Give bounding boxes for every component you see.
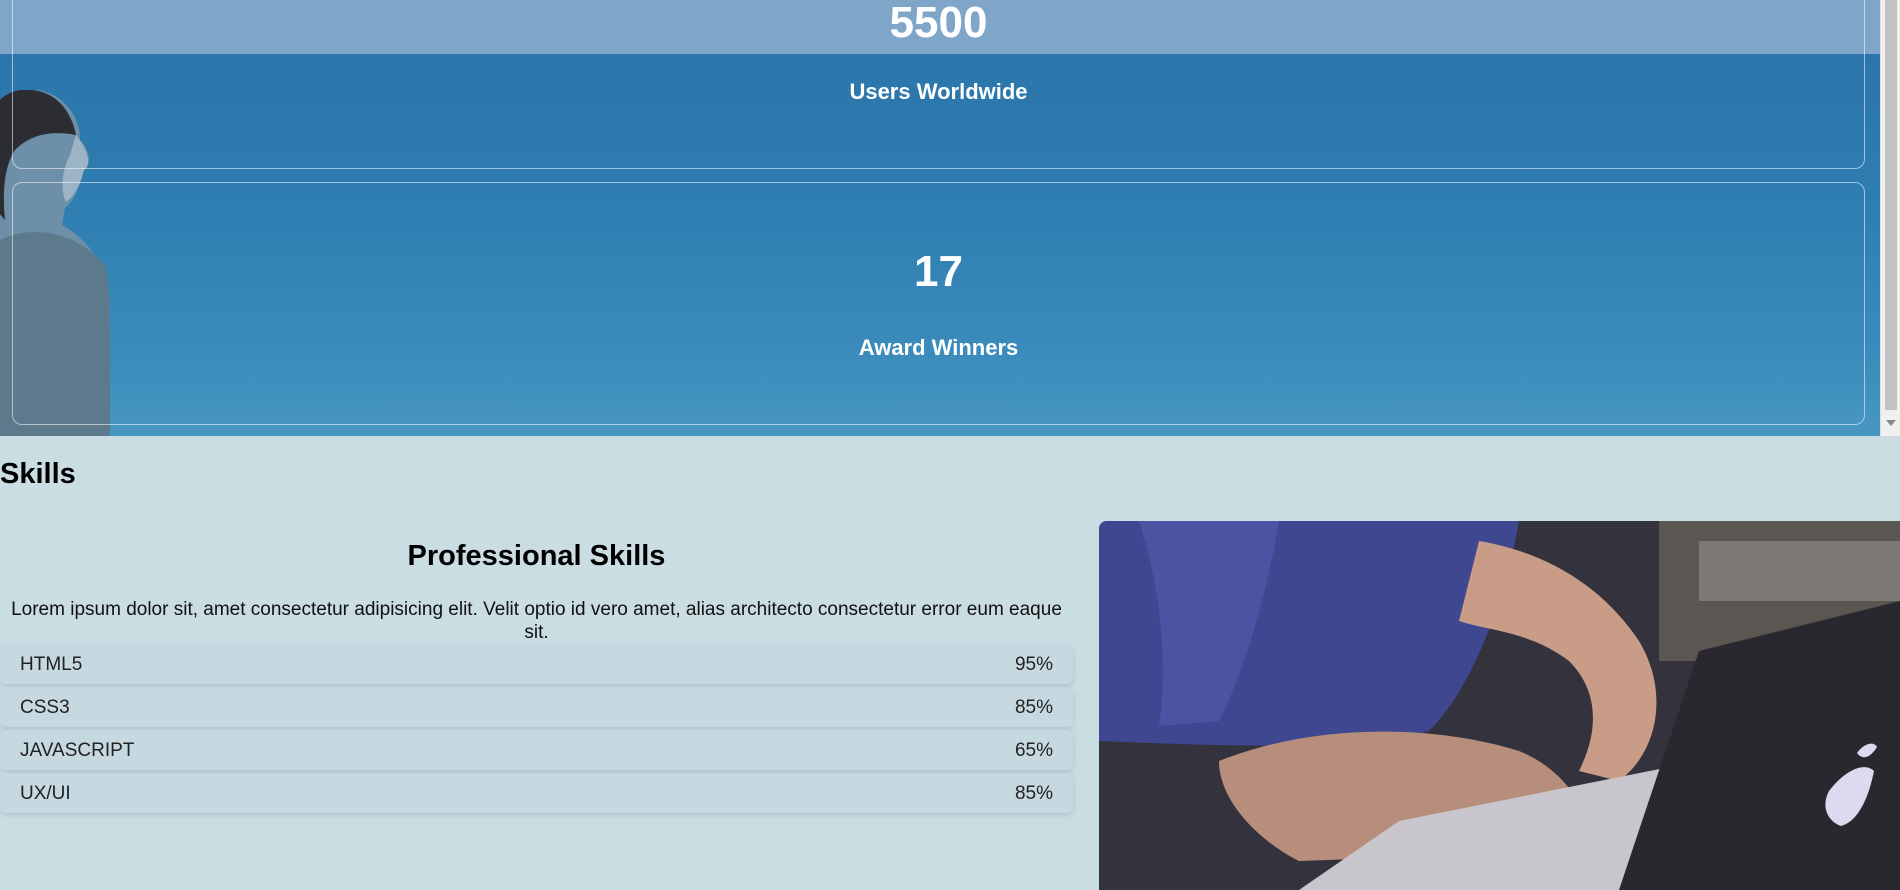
stat-label: Award Winners [858,335,1019,360]
professional-skills-title: Professional Skills [407,540,666,572]
skill-name: CSS3 [20,697,70,718]
stat-card-users: 5500 Users Worldwide [12,0,1865,169]
skills-heading: Skills [0,458,76,490]
skill-row-css3: CSS3 85% [0,687,1073,727]
skill-percent: 65% [1014,740,1053,761]
skill-row-uxui: UX/UI 85% [0,773,1073,813]
stats-section: 5500 Users Worldwide 17 Award Winners [0,0,1880,436]
scroll-down-arrow-icon[interactable] [1886,420,1896,426]
laptop-photo-illustration [1099,521,1900,890]
stat-label: Users Worldwide [849,79,1028,104]
skill-name: UX/UI [20,783,71,804]
skill-name: HTML5 [20,654,83,675]
stat-number: 5500 [889,0,988,47]
scrollbar[interactable] [1880,0,1900,436]
skill-percent: 85% [1014,783,1053,804]
skill-percent: 95% [1014,654,1053,675]
skills-description: Lorem ipsum dolor sit, amet consectetur … [11,599,1062,643]
stat-number: 17 [914,247,963,296]
scrollbar-thumb[interactable] [1885,0,1897,410]
stat-card-awards: 17 Award Winners [12,182,1865,425]
skill-row-html5: HTML5 95% [0,644,1073,684]
skill-percent: 85% [1014,697,1053,718]
skill-row-javascript: JAVASCRIPT 65% [0,730,1073,770]
skill-name: JAVASCRIPT [20,740,135,761]
laptop-typing-photo [1099,521,1900,890]
